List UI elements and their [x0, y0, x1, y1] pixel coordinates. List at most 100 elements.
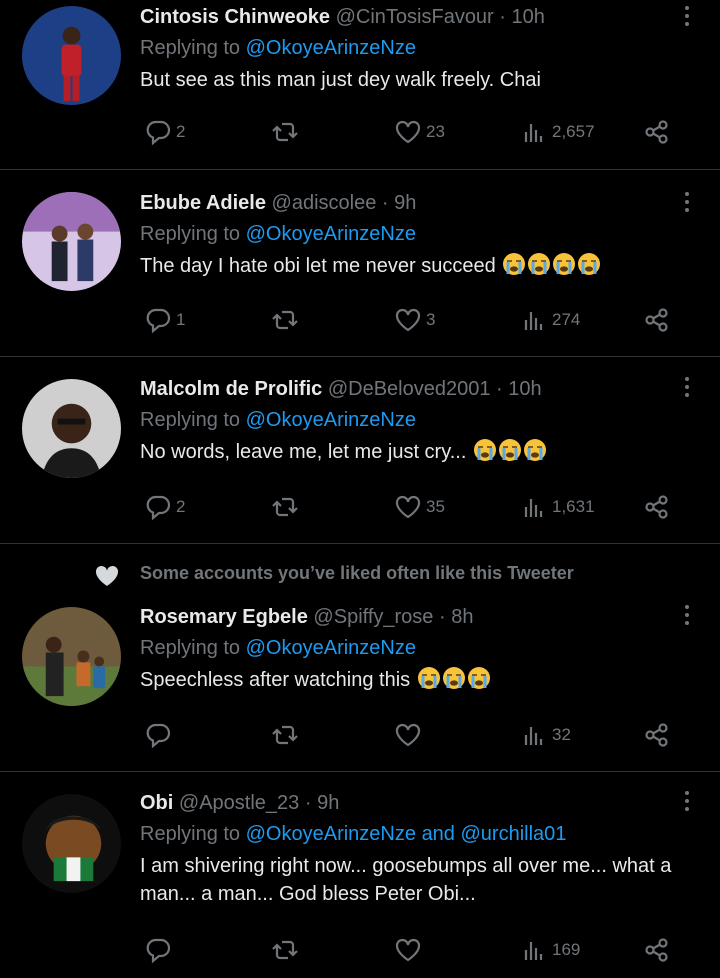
views-button[interactable]: 32 — [520, 720, 571, 750]
retweet-button[interactable] — [271, 720, 303, 750]
reply-button[interactable] — [144, 935, 176, 965]
user-handle[interactable]: @CinTosisFavour — [336, 6, 494, 28]
views-button[interactable]: 274 — [520, 305, 580, 335]
timestamp[interactable]: 10h — [512, 6, 545, 28]
crying-face-emoji — [498, 439, 521, 461]
views-icon — [524, 124, 543, 142]
display-name[interactable]: Obi — [140, 792, 173, 814]
display-name[interactable]: Ebube Adiele — [140, 192, 266, 214]
mention-link[interactable]: @OkoyeArinzeNze — [246, 823, 416, 845]
replying-to: Replying to @OkoyeArinzeNze and @urchill… — [140, 823, 567, 845]
replying-to: Replying to @OkoyeArinzeNze — [140, 637, 416, 659]
mention-joiner: and — [421, 823, 455, 845]
tweet-text: I am shivering right now... goosebumps a… — [140, 855, 672, 905]
user-handle[interactable]: @Apostle_23 — [179, 792, 299, 814]
share-icon — [645, 938, 668, 962]
reply-icon — [146, 308, 171, 334]
user-handle[interactable]: @DeBeloved2001 — [328, 378, 491, 400]
reply-button[interactable]: 2 — [144, 492, 185, 522]
emoji-group — [472, 439, 547, 463]
crying-face-emoji — [467, 667, 490, 689]
display-name[interactable]: Cintosis Chinweoke — [140, 6, 330, 28]
share-icon — [645, 308, 668, 332]
reply-icon — [146, 723, 171, 749]
tweet-header: Rosemary Egbele @Spiffy_rose · 8h — [140, 606, 474, 628]
emoji-group — [416, 667, 491, 691]
share-button[interactable] — [643, 305, 671, 335]
display-name[interactable]: Malcolm de Prolific — [140, 378, 322, 400]
tweet-header: Cintosis Chinweoke @CinTosisFavour · 10h — [140, 6, 545, 28]
timestamp[interactable]: 9h — [317, 792, 339, 814]
social-context: Some accounts you’ve liked often like th… — [140, 563, 574, 583]
like-button[interactable]: 23 — [394, 117, 445, 147]
user-handle[interactable]: @adiscolee — [272, 192, 377, 214]
crying-face-emoji — [417, 667, 440, 689]
like-icon — [395, 308, 421, 332]
like-icon — [395, 495, 421, 519]
like-button[interactable] — [394, 935, 426, 965]
reply-icon — [146, 120, 171, 146]
tweet-header: Malcolm de Prolific @DeBeloved2001 · 10h — [140, 378, 542, 400]
more-icon[interactable] — [684, 377, 690, 401]
crying-face-emoji — [528, 253, 551, 275]
views-icon — [524, 942, 543, 960]
mention-link[interactable]: @OkoyeArinzeNze — [246, 637, 416, 659]
tweet-text: The day I hate obi let me never succeed — [140, 252, 680, 280]
avatar[interactable] — [22, 192, 121, 291]
mention-link[interactable]: @OkoyeArinzeNze — [246, 37, 416, 59]
like-button[interactable] — [394, 720, 426, 750]
avatar[interactable] — [22, 6, 121, 105]
tweet-text: No words, leave me, let me just cry... — [140, 438, 680, 466]
heart-icon — [95, 565, 119, 586]
reply-button[interactable] — [144, 720, 176, 750]
replying-to: Replying to @OkoyeArinzeNze — [140, 409, 416, 431]
tweet-header: Obi @Apostle_23 · 9h — [140, 792, 340, 814]
tweet-header: Ebube Adiele @adiscolee · 9h — [140, 192, 417, 214]
like-button[interactable]: 35 — [394, 492, 445, 522]
retweet-icon — [272, 497, 298, 517]
tweet-text: Speechless after watching this — [140, 666, 680, 694]
more-icon[interactable] — [684, 192, 690, 216]
like-button[interactable]: 3 — [394, 305, 435, 335]
share-button[interactable] — [643, 117, 671, 147]
avatar[interactable] — [22, 607, 121, 706]
action-bar: 32 — [140, 720, 680, 750]
mention-link[interactable]: @OkoyeArinzeNze — [246, 409, 416, 431]
share-button[interactable] — [643, 492, 671, 522]
share-button[interactable] — [643, 720, 671, 750]
share-button[interactable] — [643, 935, 671, 965]
retweet-button[interactable] — [271, 117, 303, 147]
avatar[interactable] — [22, 794, 121, 893]
more-icon[interactable] — [684, 605, 690, 629]
divider — [0, 356, 720, 357]
avatar[interactable] — [22, 379, 121, 478]
views-button[interactable]: 169 — [520, 935, 580, 965]
retweet-button[interactable] — [271, 935, 303, 965]
more-icon[interactable] — [684, 791, 690, 815]
retweet-button[interactable] — [271, 492, 303, 522]
timestamp[interactable]: 9h — [394, 192, 416, 214]
retweet-button[interactable] — [271, 305, 303, 335]
like-icon — [395, 938, 421, 962]
timestamp[interactable]: 10h — [508, 378, 541, 400]
reply-button[interactable]: 1 — [144, 305, 185, 335]
mention-link[interactable]: @urchilla01 — [461, 823, 567, 845]
share-icon — [645, 495, 668, 519]
like-icon — [395, 120, 421, 144]
mention-link[interactable]: @OkoyeArinzeNze — [246, 223, 416, 245]
emoji-group — [501, 253, 601, 277]
views-button[interactable]: 1,631 — [520, 492, 595, 522]
retweet-icon — [272, 122, 298, 142]
like-icon — [395, 723, 421, 747]
more-icon[interactable] — [684, 6, 690, 30]
crying-face-emoji — [553, 253, 576, 275]
timestamp[interactable]: 8h — [451, 606, 473, 628]
crying-face-emoji — [473, 439, 496, 461]
views-button[interactable]: 2,657 — [520, 117, 595, 147]
user-handle[interactable]: @Spiffy_rose — [313, 606, 433, 628]
display-name[interactable]: Rosemary Egbele — [140, 606, 308, 628]
reply-button[interactable]: 2 — [144, 117, 185, 147]
reply-icon — [146, 495, 171, 521]
crying-face-emoji — [503, 253, 526, 275]
divider — [0, 169, 720, 170]
